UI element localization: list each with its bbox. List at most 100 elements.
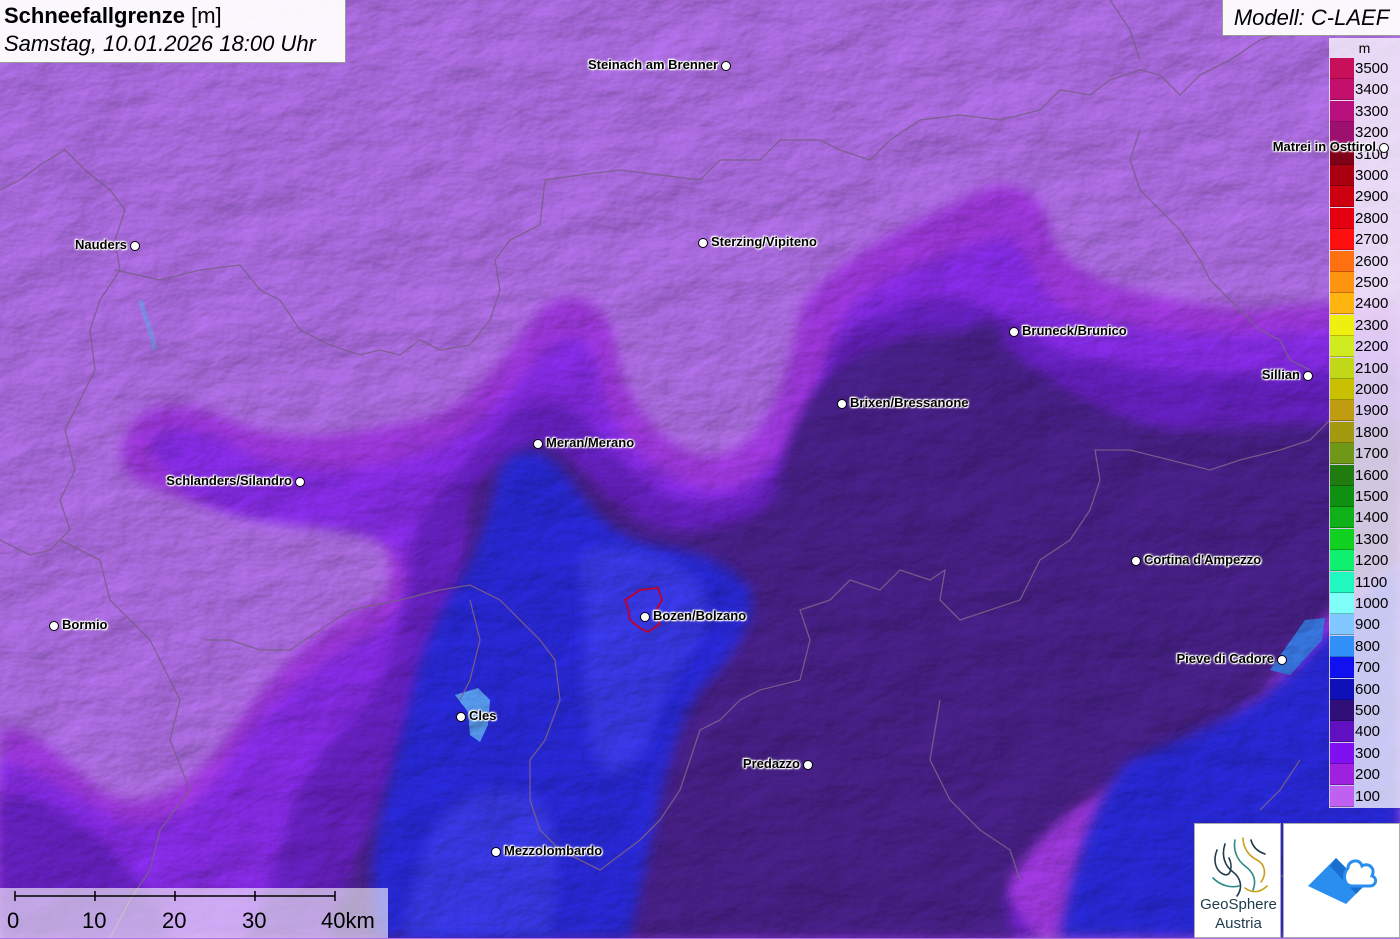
legend-label: 800 xyxy=(1355,638,1380,655)
legend-item: 2000 xyxy=(1329,379,1400,400)
legend-label: 1800 xyxy=(1355,424,1388,441)
city-label: Predazzo xyxy=(743,756,800,772)
legend-item: 1100 xyxy=(1329,572,1400,593)
legend-label: 1900 xyxy=(1355,402,1388,419)
geosphere-logo[interactable]: GeoSphere Austria xyxy=(1194,823,1281,938)
legend-item: 200 xyxy=(1329,764,1400,785)
legend-swatch xyxy=(1330,486,1354,507)
legend-label: 700 xyxy=(1355,659,1380,676)
city-dot-icon xyxy=(721,61,731,71)
legend-swatch xyxy=(1330,550,1354,571)
legend-item: 2200 xyxy=(1329,336,1400,357)
city-dot-icon xyxy=(837,399,847,409)
city-dot-icon xyxy=(533,439,543,449)
geosphere-name: GeoSphere xyxy=(1195,896,1282,914)
legend-label: 2200 xyxy=(1355,338,1388,355)
city-dot-icon xyxy=(698,238,708,248)
legend-label: 2700 xyxy=(1355,231,1388,248)
scale-tick-label: 0 xyxy=(7,908,19,934)
legend-swatch xyxy=(1330,636,1354,657)
weather-app-logo-icon xyxy=(1284,824,1400,939)
legend-swatch xyxy=(1330,165,1354,186)
legend-item: 100 xyxy=(1329,786,1400,807)
snowfall-limit-map[interactable] xyxy=(0,0,1400,938)
legend-item: 400 xyxy=(1329,721,1400,742)
city-dot-icon xyxy=(640,612,650,622)
legend-swatch xyxy=(1330,657,1354,678)
legend-swatch xyxy=(1330,572,1354,593)
scale-bar: 0 10 20 30 40km xyxy=(0,888,388,938)
city-dot-icon xyxy=(456,712,466,722)
legend-label: 2800 xyxy=(1355,210,1388,227)
city-label: Bozen/Bolzano xyxy=(653,608,746,624)
map-title-box: Schneefallgrenze [m] Samstag, 10.01.2026… xyxy=(0,0,346,63)
legend-item: 1300 xyxy=(1329,529,1400,550)
legend-label: 200 xyxy=(1355,766,1380,783)
legend-label: 2300 xyxy=(1355,317,1388,334)
legend-label: 1700 xyxy=(1355,445,1388,462)
legend-swatch xyxy=(1330,422,1354,443)
legend-item: 1400 xyxy=(1329,507,1400,528)
legend-label: 3400 xyxy=(1355,81,1388,98)
legend-label: 2100 xyxy=(1355,360,1388,377)
legend-swatch xyxy=(1330,229,1354,250)
legend-swatch xyxy=(1330,593,1354,614)
model-label: Modell: C-LAEF xyxy=(1222,0,1400,36)
legend-item: 3400 xyxy=(1329,79,1400,100)
weather-app-logo[interactable] xyxy=(1283,823,1400,938)
legend-swatch xyxy=(1330,679,1354,700)
legend-label: 1000 xyxy=(1355,595,1388,612)
forecast-datetime: Samstag, 10.01.2026 18:00 Uhr xyxy=(4,30,345,58)
legend-label: 2900 xyxy=(1355,188,1388,205)
legend-swatch xyxy=(1330,336,1354,357)
legend-swatch xyxy=(1330,507,1354,528)
city-label: Pieve di Cadore xyxy=(1176,651,1274,667)
legend-label: 1500 xyxy=(1355,488,1388,505)
legend-swatch xyxy=(1330,529,1354,550)
legend-swatch xyxy=(1330,251,1354,272)
legend-swatch xyxy=(1330,379,1354,400)
legend-item: 2900 xyxy=(1329,186,1400,207)
legend-label: 2400 xyxy=(1355,295,1388,312)
legend-label: 300 xyxy=(1355,745,1380,762)
legend-swatch xyxy=(1330,743,1354,764)
legend-label: 100 xyxy=(1355,788,1380,805)
legend-swatch xyxy=(1330,614,1354,635)
city-label: Bruneck/Brunico xyxy=(1022,323,1127,339)
legend-label: 400 xyxy=(1355,723,1380,740)
legend-swatch xyxy=(1330,272,1354,293)
legend-swatch xyxy=(1330,79,1354,100)
terrain-hillshade xyxy=(0,0,1400,938)
legend-label: 3000 xyxy=(1355,167,1388,184)
legend-label: 600 xyxy=(1355,681,1380,698)
city-label: Brixen/Bressanone xyxy=(850,395,969,411)
legend-label: 2600 xyxy=(1355,253,1388,270)
legend-swatch xyxy=(1330,293,1354,314)
legend-swatch xyxy=(1330,721,1354,742)
legend-label: 1300 xyxy=(1355,531,1388,548)
legend-swatch xyxy=(1330,358,1354,379)
map-title: Schneefallgrenze [m] xyxy=(4,2,345,30)
legend-item: 900 xyxy=(1329,614,1400,635)
legend-label: 1200 xyxy=(1355,552,1388,569)
legend-swatch xyxy=(1330,400,1354,421)
legend-item: 1500 xyxy=(1329,486,1400,507)
city-dot-icon xyxy=(295,477,305,487)
legend-label: 1100 xyxy=(1355,574,1387,591)
scale-tick-label: 20 xyxy=(162,908,186,934)
legend-item: 2700 xyxy=(1329,229,1400,250)
legend-item: 2400 xyxy=(1329,293,1400,314)
city-label: Mezzolombardo xyxy=(504,843,602,859)
city-dot-icon xyxy=(1009,327,1019,337)
city-dot-icon xyxy=(1303,371,1313,381)
legend-item: 500 xyxy=(1329,700,1400,721)
legend-item: 2600 xyxy=(1329,251,1400,272)
legend-label: 3500 xyxy=(1355,60,1388,77)
legend-item: 800 xyxy=(1329,636,1400,657)
legend-swatch xyxy=(1330,208,1354,229)
legend-label: 500 xyxy=(1355,702,1380,719)
legend-item: 2800 xyxy=(1329,208,1400,229)
legend-swatch xyxy=(1330,786,1354,807)
geosphere-country: Austria xyxy=(1195,915,1282,933)
city-label: Nauders xyxy=(75,237,127,253)
